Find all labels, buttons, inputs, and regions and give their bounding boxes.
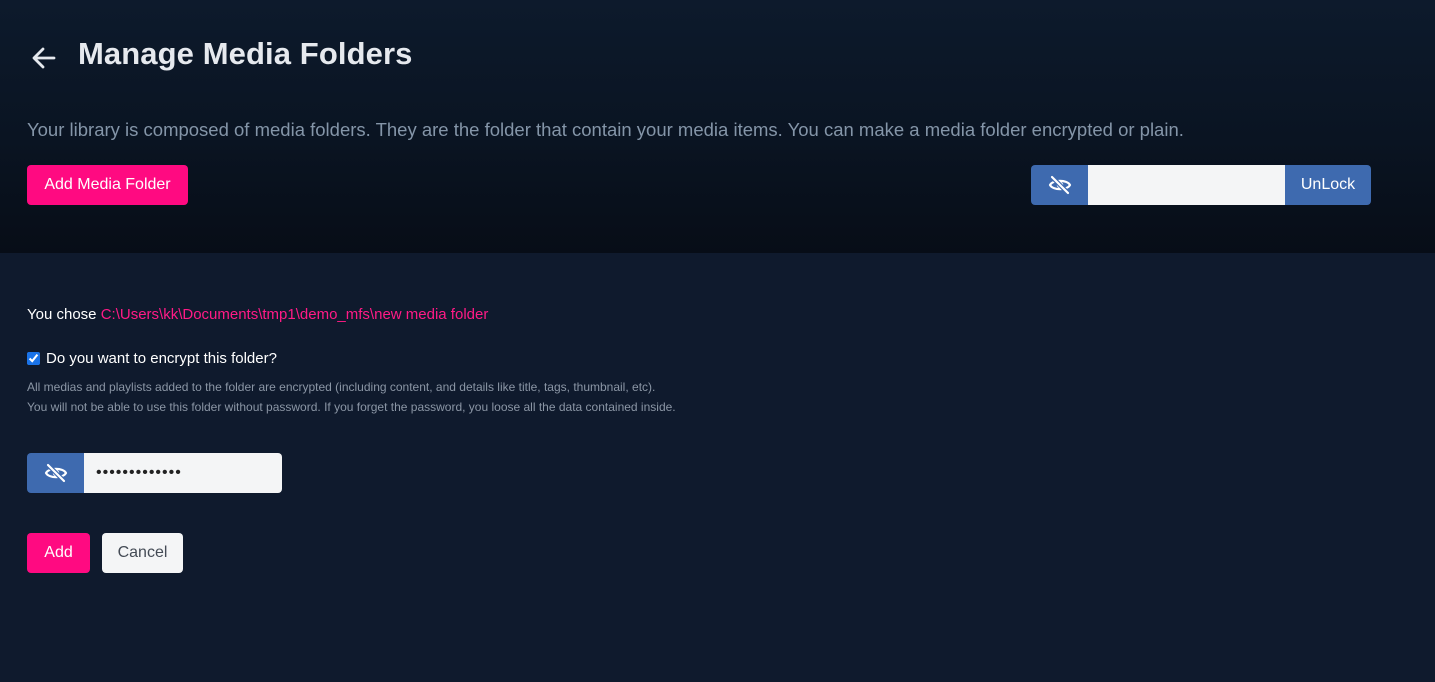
cancel-button[interactable]: Cancel [102, 533, 183, 573]
encrypt-row: Do you want to encrypt this folder? [27, 350, 277, 367]
back-arrow-icon[interactable] [30, 44, 58, 72]
toggle-visibility-button[interactable] [1031, 165, 1088, 205]
chose-prefix: You chose [27, 306, 97, 323]
page-title: Manage Media Folders [78, 36, 413, 71]
unlock-button[interactable]: UnLock [1285, 165, 1371, 205]
password-group [27, 453, 282, 493]
chosen-folder-path: C:\Users\kk\Documents\tmp1\demo_mfs\new … [100, 306, 489, 323]
chosen-folder-line: You chose C:\Users\kk\Documents\tmp1\dem… [27, 306, 488, 323]
password-input[interactable] [84, 453, 282, 493]
eye-slash-icon [1048, 173, 1072, 197]
toggle-password-visibility-button[interactable] [27, 453, 84, 493]
intro-text: Your library is composed of media folder… [27, 119, 1184, 140]
unlock-group: UnLock [1031, 165, 1371, 205]
eye-slash-icon [44, 461, 68, 485]
unlock-password-input[interactable] [1088, 165, 1285, 205]
help-line-1: All medias and playlists added to the fo… [27, 380, 656, 394]
encrypt-help-text: All medias and playlists added to the fo… [27, 377, 676, 417]
encrypt-label[interactable]: Do you want to encrypt this folder? [46, 350, 277, 367]
encrypt-checkbox[interactable] [27, 352, 40, 365]
page-header: Manage Media Folders Your library is com… [0, 0, 1435, 253]
add-media-folder-button[interactable]: Add Media Folder [27, 165, 188, 205]
help-line-2: You will not be able to use this folder … [27, 400, 676, 414]
add-button[interactable]: Add [27, 533, 90, 573]
